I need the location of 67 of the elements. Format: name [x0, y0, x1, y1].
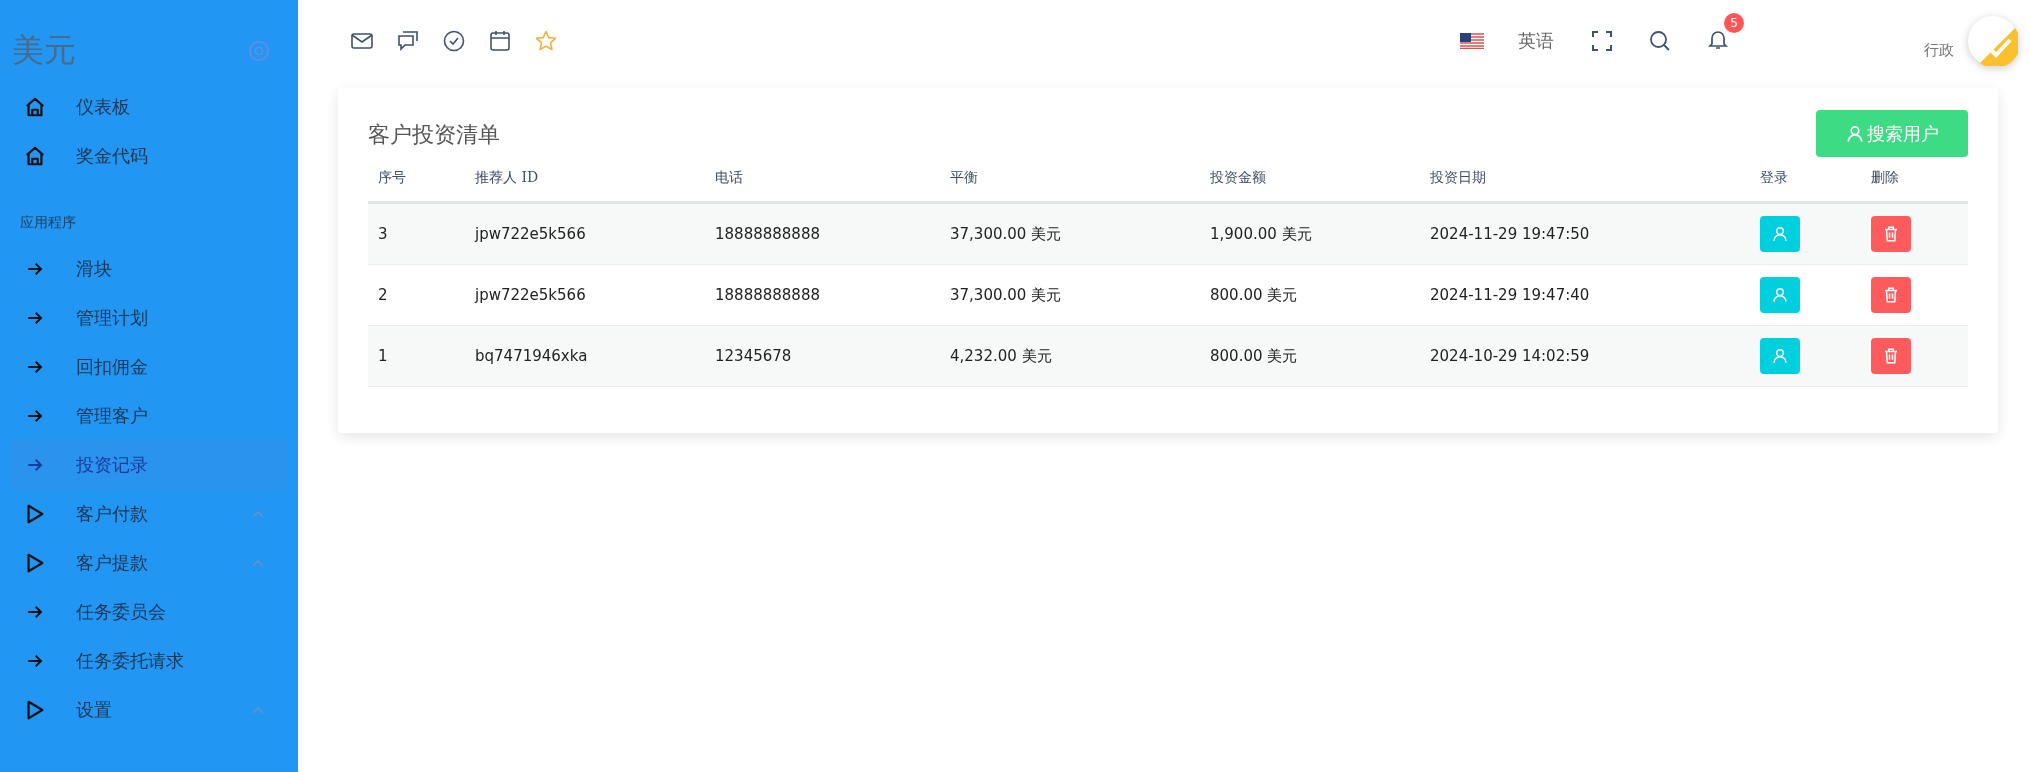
sidebar-item[interactable]: 回扣佣金: [10, 342, 288, 391]
table-cell: 3: [378, 225, 388, 243]
column-header: 删除: [1871, 169, 1899, 185]
user-icon: [1771, 286, 1789, 304]
column-header: 投资金额: [1210, 169, 1266, 185]
column-header: 推荐人 ID: [475, 169, 539, 185]
sidebar-item[interactable]: 仪表板: [10, 82, 288, 131]
table-cell: 18888888888: [715, 286, 820, 304]
sidebar-item[interactable]: 管理客户: [10, 391, 288, 440]
table-cell: 800.00 美元: [1210, 285, 1298, 304]
delete-button[interactable]: [1871, 277, 1911, 313]
calendar-icon[interactable]: [488, 29, 512, 53]
column-header: 电话: [715, 169, 743, 185]
section-label: 应用程序: [19, 213, 77, 232]
user-icon: [1845, 123, 1865, 144]
trash-icon: [1882, 225, 1900, 243]
login-button[interactable]: [1760, 277, 1800, 313]
table-cell: 1: [378, 347, 388, 365]
delete-button[interactable]: [1871, 216, 1911, 252]
chat-icon[interactable]: [396, 29, 420, 53]
sidebar-item[interactable]: 奖金代码: [10, 131, 288, 180]
user-icon: [1771, 347, 1789, 365]
chevron-up-icon: [252, 558, 264, 567]
search-icon[interactable]: [1648, 29, 1672, 53]
card-title: 客户投资清单: [368, 121, 500, 149]
sidebar-item[interactable]: 管理计划: [10, 293, 288, 342]
chevron-up-icon: [252, 705, 264, 714]
table-cell: 1,900.00 美元: [1210, 224, 1312, 243]
sidebar-item[interactable]: 任务委员会: [10, 587, 288, 636]
login-button[interactable]: [1760, 338, 1800, 374]
column-header: 登录: [1760, 169, 1788, 185]
sidebar-item[interactable]: 客户提款: [10, 538, 288, 587]
trash-icon: [1882, 286, 1900, 304]
table-cell: 4,232.00 美元: [950, 346, 1052, 365]
fullscreen-icon[interactable]: [1590, 29, 1614, 53]
language-selector[interactable]: 英语: [1518, 29, 1554, 53]
table-cell: 37,300.00 美元: [950, 285, 1062, 304]
flag-icon: [1460, 33, 1484, 49]
sidebar-item[interactable]: 设置: [10, 685, 288, 734]
table-cell: 2024-11-29 19:47:50: [1430, 225, 1590, 243]
table-cell: 2: [378, 286, 388, 304]
table-cell: jpw722e5k566: [475, 286, 586, 304]
user-icon: [1771, 225, 1789, 243]
notification-badge: 5: [1724, 13, 1744, 33]
logo-text: 美元: [12, 30, 76, 71]
table-cell: 2024-10-29 14:02:59: [1430, 347, 1590, 365]
sidebar-item[interactable]: 滑块: [10, 244, 288, 293]
table-cell: 37,300.00 美元: [950, 224, 1062, 243]
user-name: 行政: [1924, 40, 1954, 60]
star-icon[interactable]: [534, 29, 558, 53]
column-header: 投资日期: [1430, 169, 1486, 185]
trash-icon: [1882, 347, 1900, 365]
column-header: 序号: [378, 169, 406, 185]
table-cell: 18888888888: [715, 225, 820, 243]
table-cell: 2024-11-29 19:47:40: [1430, 286, 1590, 304]
check-circle-icon[interactable]: [442, 29, 466, 53]
table-cell: 12345678: [715, 347, 792, 365]
sidebar-item[interactable]: 投资记录: [10, 440, 288, 489]
delete-button[interactable]: [1871, 338, 1911, 374]
login-button[interactable]: [1760, 216, 1800, 252]
sidebar-item[interactable]: 客户付款: [10, 489, 288, 538]
table-cell: 800.00 美元: [1210, 346, 1298, 365]
chevron-up-icon: [252, 509, 264, 518]
column-header: 平衡: [950, 169, 978, 185]
sidebar-item[interactable]: 任务委托请求: [10, 636, 288, 685]
table-cell: bq7471946xka: [475, 347, 588, 365]
table-cell: jpw722e5k566: [475, 225, 586, 243]
